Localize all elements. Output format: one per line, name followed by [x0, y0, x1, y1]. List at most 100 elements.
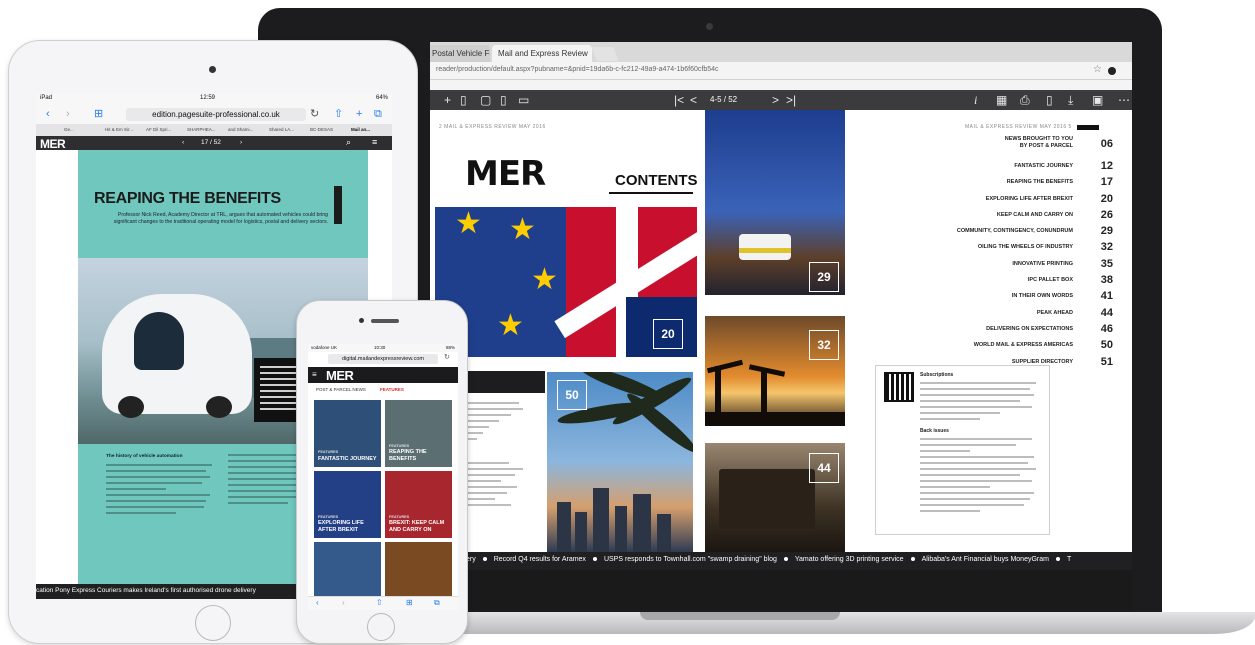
feature-tile[interactable]: FEATURES BREXIT: KEEP CALM AND CARRY ON [385, 471, 452, 538]
safari-tab[interactable]: AF Dil Spri... [146, 127, 171, 132]
forward-icon[interactable]: › [66, 107, 70, 121]
share-icon[interactable]: ⇧ [376, 598, 383, 607]
page-number-badge[interactable]: 32 [809, 330, 839, 360]
prev-page-icon[interactable]: < [690, 93, 697, 107]
toc-row[interactable]: COMMUNITY, CONTINGENCY, CONUNDRUM 29 [855, 225, 1125, 241]
safari-tab[interactable]: SHARPHEA... [187, 127, 216, 132]
toc-row[interactable]: FANTASTIC JOURNEY 12 [855, 160, 1125, 176]
browser-tab-mail-express-review[interactable]: Mail and Express Review× [492, 45, 592, 62]
archive-icon[interactable]: ▣ [1092, 93, 1103, 107]
feature-tile[interactable]: FEATURES FANTASTIC JOURNEY [314, 400, 381, 467]
first-page-icon[interactable]: |< [674, 93, 684, 107]
next-page-icon[interactable]: › [240, 139, 242, 146]
feature-tile[interactable]: FEATURES REAPING THE BENEFITS [385, 400, 452, 467]
bookmarks-icon[interactable]: ⊞ [94, 107, 103, 121]
oil-pump-image[interactable]: 32 [705, 316, 845, 426]
single-page-icon[interactable]: ▯ [460, 93, 467, 107]
delivery-van-image[interactable]: 29 [705, 110, 845, 295]
back-icon[interactable]: ‹ [46, 107, 50, 121]
toc-row[interactable]: OILING THE WHEELS OF INDUSTRY 32 [855, 241, 1125, 257]
grid-icon[interactable]: ▦ [996, 93, 1007, 107]
url-text[interactable]: reader/production/default.aspx?pubname=&… [436, 66, 719, 73]
skyline-image[interactable]: 50 [547, 372, 693, 552]
toc-row[interactable]: WORLD MAIL & EXPRESS AMERICAS 50 [855, 339, 1125, 355]
safari-tab[interactable]: Mail an... [351, 127, 370, 132]
print-icon[interactable]: ⎙ [1020, 93, 1030, 107]
ticker-item[interactable]: Record Q4 results for Aramex [494, 556, 586, 563]
safari-tab[interactable]: Hit & Em Sir... [105, 127, 133, 132]
reload-icon[interactable]: ↻ [310, 107, 319, 121]
page-contents-right[interactable]: MAIL & EXPRESS REVIEW MAY 2016 5 NEWS BR… [845, 110, 1132, 552]
prev-page-icon[interactable]: ‹ [182, 139, 184, 146]
magazine-spread[interactable]: 2 MAIL & EXPRESS REVIEW MAY 2016 MER CON… [430, 110, 1132, 552]
bookmark-star-icon[interactable]: ☆ [1093, 64, 1102, 75]
toc-row[interactable]: IN THEIR OWN WORDS 41 [855, 290, 1125, 306]
news-ticker[interactable]: ery Record Q4 results for Aramex USPS resp… [430, 552, 1132, 570]
tabs-icon[interactable]: ⧉ [374, 107, 382, 121]
bookmarks-icon[interactable]: ⊞ [406, 598, 413, 607]
building [615, 506, 627, 552]
truck-image[interactable]: 44 [705, 443, 845, 552]
reload-icon[interactable]: ↻ [444, 353, 450, 361]
menu-icon[interactable]: ≡ [312, 370, 317, 379]
toc-row[interactable]: REAPING THE BENEFITS 17 [855, 176, 1125, 192]
flag-image[interactable]: ★ ★ ★ ★ 20 [435, 207, 697, 357]
page-number-badge[interactable]: 44 [809, 453, 839, 483]
toc-row[interactable]: PEAK AHEAD 44 [855, 307, 1125, 323]
next-page-icon[interactable]: > [772, 93, 779, 107]
toc-row[interactable]: NEWS BROUGHT TO YOU BY POST & PARCEL 06 [855, 136, 1125, 160]
safari-tab[interactable]: and Shami... [228, 127, 253, 132]
page-images-middle[interactable]: 29 32 44 [705, 110, 845, 552]
new-tab-button[interactable] [591, 47, 619, 61]
qr-code-icon[interactable] [884, 372, 914, 402]
new-tab-icon[interactable]: + [356, 107, 362, 121]
zoom-in-icon[interactable]: + [444, 93, 451, 107]
safari-tab[interactable]: Ge... [64, 127, 74, 132]
share-icon[interactable]: ⇧ [334, 107, 343, 121]
ticker-item[interactable]: cation Pony Express Couriers makes Irela… [36, 587, 256, 594]
download-icon[interactable]: ⤓ [1068, 93, 1073, 107]
double-page-icon[interactable]: ▭ [518, 93, 529, 107]
page-number-badge[interactable]: 20 [653, 319, 683, 349]
last-page-icon[interactable]: >| [786, 93, 796, 107]
laptop-screen: Postal Vehicle Fr× Mail and Express Revi… [430, 42, 1132, 610]
tab-post-parcel-news[interactable]: POST & PARCEL NEWS [316, 387, 366, 392]
ticker-item[interactable]: Alibaba's Ant Financial buys MoneyGram [922, 556, 1049, 563]
tablet-url-field[interactable]: edition.pagesuite-professional.co.uk [126, 108, 306, 121]
ticker-item[interactable]: Yamato offering 3D printing service [795, 556, 904, 563]
browser-tab-postal-vehicle[interactable]: Postal Vehicle Fr× [430, 45, 490, 62]
tab-features[interactable]: FEATURES [380, 387, 404, 392]
toc-row[interactable]: KEEP CALM AND CARRY ON 26 [855, 209, 1125, 225]
mer-logo: MER [465, 154, 546, 194]
extension-icon[interactable] [1108, 67, 1116, 75]
toc-row[interactable]: DELIVERING ON EXPECTATIONS 46 [855, 323, 1125, 339]
page-contents-left[interactable]: 2 MAIL & EXPRESS REVIEW MAY 2016 MER CON… [435, 110, 705, 552]
tablet-home-button[interactable] [195, 605, 231, 641]
page-view-icon[interactable]: ▯ [500, 93, 507, 107]
phone-home-button[interactable] [367, 613, 395, 641]
info-icon[interactable]: i [974, 93, 977, 107]
toc-row[interactable]: INNOVATIVE PRINTING 35 [855, 258, 1125, 274]
tabs-icon[interactable]: ⧉ [434, 598, 440, 608]
more-icon[interactable]: ⋯ [1118, 93, 1130, 107]
table-of-contents: NEWS BROUGHT TO YOU BY POST & PARCEL 06 FAN… [855, 136, 1125, 372]
ticker-item[interactable]: T [1067, 556, 1071, 563]
safari-tab[interactable]: BC-DESAS [310, 127, 333, 132]
menu-icon[interactable]: ≡ [372, 137, 377, 147]
page-number-badge[interactable]: 29 [809, 262, 839, 292]
thumbnail-icon[interactable]: ▢ [480, 93, 491, 107]
building [633, 494, 651, 552]
page-counter: 4-5 / 52 [710, 95, 738, 104]
search-icon[interactable]: ⌕ [346, 137, 351, 148]
forward-icon[interactable]: › [342, 598, 345, 607]
address-bar[interactable]: reader/production/default.aspx?pubname=&… [430, 62, 1132, 80]
page-number-badge[interactable]: 50 [557, 380, 587, 410]
back-icon[interactable]: ‹ [316, 598, 319, 607]
clip-icon[interactable]: ▯ [1046, 93, 1053, 107]
ticker-item[interactable]: USPS responds to Townhall.com "swamp dra… [604, 556, 777, 563]
toc-row[interactable]: IPC PALLET BOX 38 [855, 274, 1125, 290]
phone-url-field[interactable]: digital.mailandexpressreview.com [328, 354, 438, 364]
feature-tile[interactable]: FEATURES EXPLORING LIFE AFTER BREXIT [314, 471, 381, 538]
toc-row[interactable]: EXPLORING LIFE AFTER BREXIT 20 [855, 193, 1125, 209]
safari-tab[interactable]: Shared LA... [269, 127, 294, 132]
